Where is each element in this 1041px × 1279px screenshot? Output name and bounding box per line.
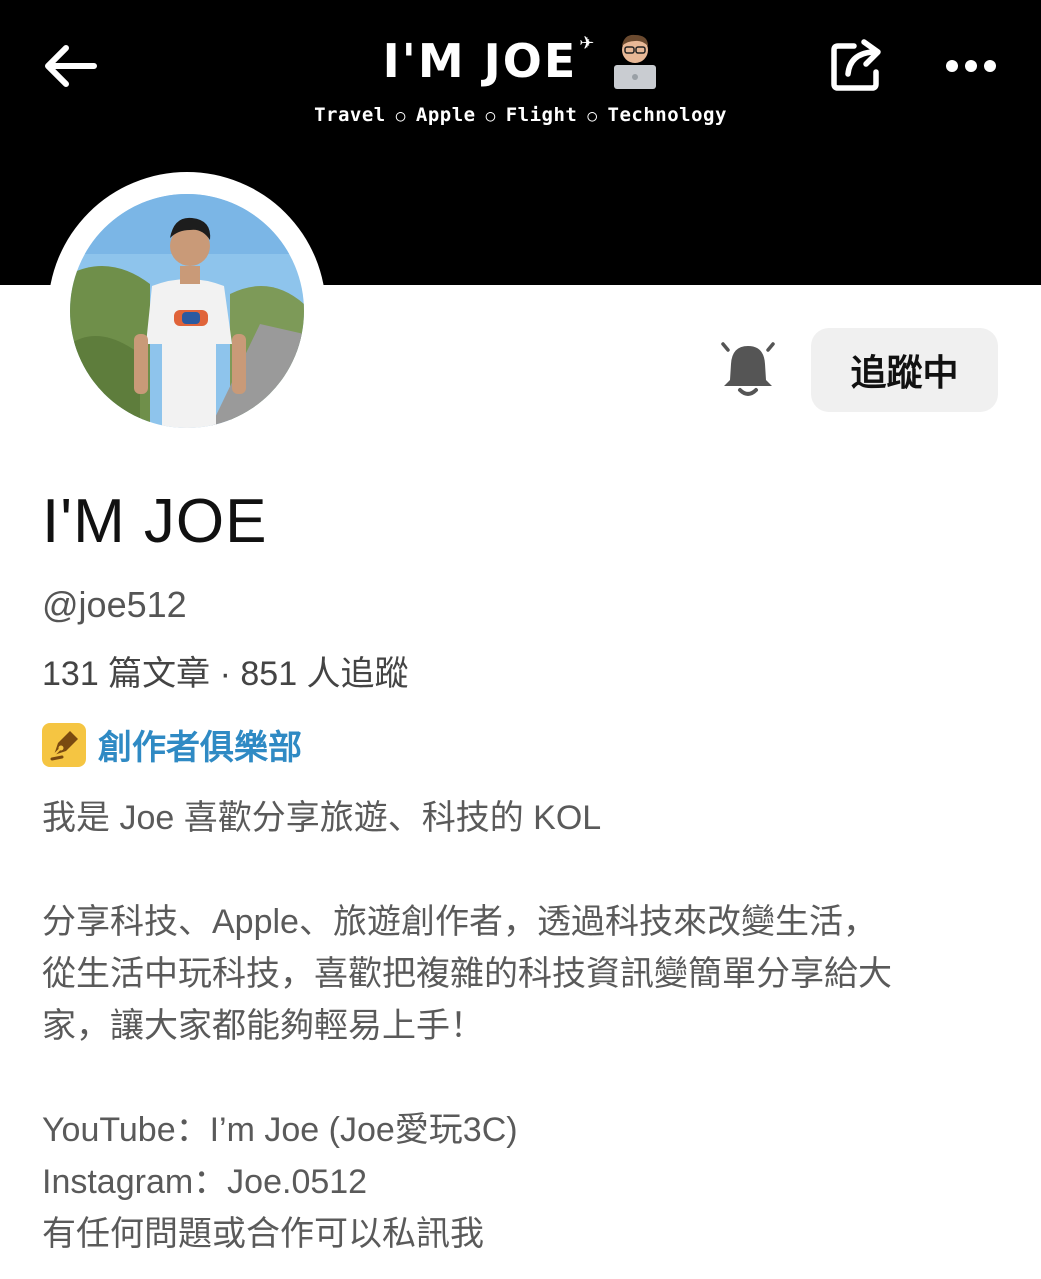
profile-handle: @joe512 — [42, 584, 187, 625]
profile-stats: 131 篇文章 · 851 人追蹤 — [42, 655, 409, 693]
avatar[interactable] — [70, 194, 304, 428]
bio-intro: 我是 Joe 喜歡分享旅遊、科技的 KOL — [42, 799, 602, 837]
avatar-frame — [48, 172, 326, 450]
following-button[interactable]: 追蹤中 — [811, 328, 998, 412]
bell-icon — [721, 342, 775, 396]
profile-name: I'M JOE — [42, 487, 268, 556]
bio-line: 家，讓大家都能夠輕易上手！ — [42, 1007, 484, 1045]
more-dots-icon — [946, 60, 996, 72]
bio-line: 分享科技、Apple、旅遊創作者，透過科技來改變生活， — [42, 903, 877, 941]
brand-tagline: Travel ○ Apple ○ Flight ○ Technology — [314, 104, 727, 126]
pen-icon — [42, 722, 86, 767]
more-button[interactable] — [940, 52, 1002, 80]
bio-instagram: Instagram：Joe.0512 — [42, 1163, 368, 1201]
creator-club-label: 創作者俱樂部 — [98, 728, 302, 768]
memoji-icon — [612, 32, 658, 90]
plane-icon: ✈ — [579, 32, 597, 54]
notification-bell-button[interactable] — [720, 340, 776, 400]
creator-club-link[interactable]: 創作者俱樂部 — [42, 720, 302, 769]
bio-youtube: YouTube：I’m Joe (Joe愛玩3C) — [42, 1111, 518, 1149]
share-icon — [831, 39, 881, 91]
share-button[interactable] — [828, 36, 886, 94]
brand-title: I'M JOE — [382, 34, 578, 88]
bio-contact: 有任何問題或合作可以私訊我 — [42, 1215, 484, 1253]
bio-line: 從生活中玩科技，喜歡把複雜的科技資訊變簡單分享給大 — [42, 955, 892, 993]
